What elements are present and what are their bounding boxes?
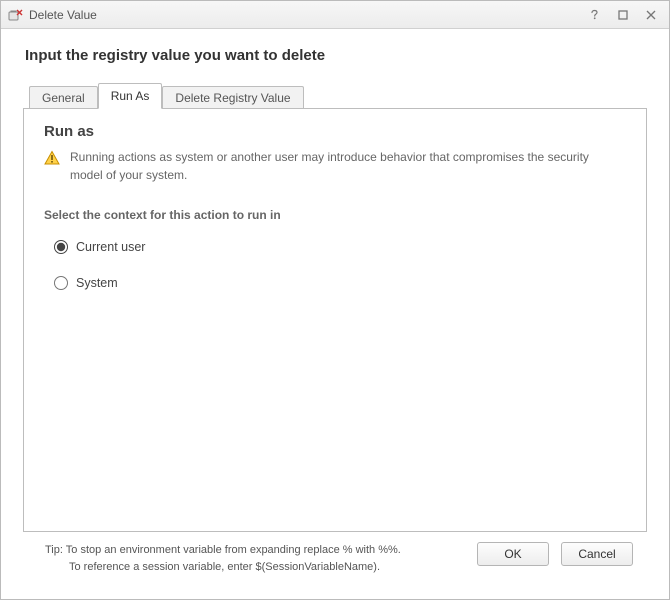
page-heading: Input the registry value you want to del… bbox=[25, 47, 647, 64]
dialog-content: Input the registry value you want to del… bbox=[1, 29, 669, 599]
radio-current-user-input[interactable] bbox=[54, 240, 68, 254]
cancel-button[interactable]: Cancel bbox=[561, 542, 633, 566]
maximize-icon[interactable] bbox=[611, 6, 635, 24]
tab-panel-run-as: Run as Running actions as system or anot… bbox=[23, 108, 647, 532]
titlebar: Delete Value bbox=[1, 1, 669, 29]
warning-text: Running actions as system or another use… bbox=[70, 148, 610, 184]
radio-system[interactable]: System bbox=[54, 276, 628, 290]
dialog-window: Delete Value Input the registry value yo… bbox=[0, 0, 670, 600]
dialog-footer: Tip: To stop an environment variable fro… bbox=[23, 532, 647, 589]
context-label: Select the context for this action to ru… bbox=[44, 208, 628, 222]
tip-line-2: To reference a session variable, enter $… bbox=[69, 559, 380, 576]
warning-icon bbox=[44, 150, 60, 166]
ok-button[interactable]: OK bbox=[477, 542, 549, 566]
footer-tip: Tip: To stop an environment variable fro… bbox=[45, 542, 465, 575]
tab-run-as[interactable]: Run As bbox=[98, 83, 163, 109]
tab-general[interactable]: General bbox=[29, 86, 98, 109]
radio-current-user[interactable]: Current user bbox=[54, 240, 628, 254]
section-title: Run as bbox=[44, 123, 628, 140]
tab-delete-registry-value[interactable]: Delete Registry Value bbox=[162, 86, 303, 109]
close-icon[interactable] bbox=[639, 6, 663, 24]
radio-system-label: System bbox=[76, 276, 118, 290]
tip-line-1: Tip: To stop an environment variable fro… bbox=[45, 544, 401, 556]
run-context-radio-group: Current user System bbox=[54, 240, 628, 290]
tab-bar: General Run As Delete Registry Value bbox=[23, 82, 647, 108]
window-title: Delete Value bbox=[29, 8, 97, 22]
delete-value-icon bbox=[7, 7, 23, 23]
help-icon[interactable] bbox=[583, 6, 607, 24]
warning-row: Running actions as system or another use… bbox=[44, 148, 628, 184]
radio-current-user-label: Current user bbox=[76, 240, 145, 254]
radio-system-input[interactable] bbox=[54, 276, 68, 290]
